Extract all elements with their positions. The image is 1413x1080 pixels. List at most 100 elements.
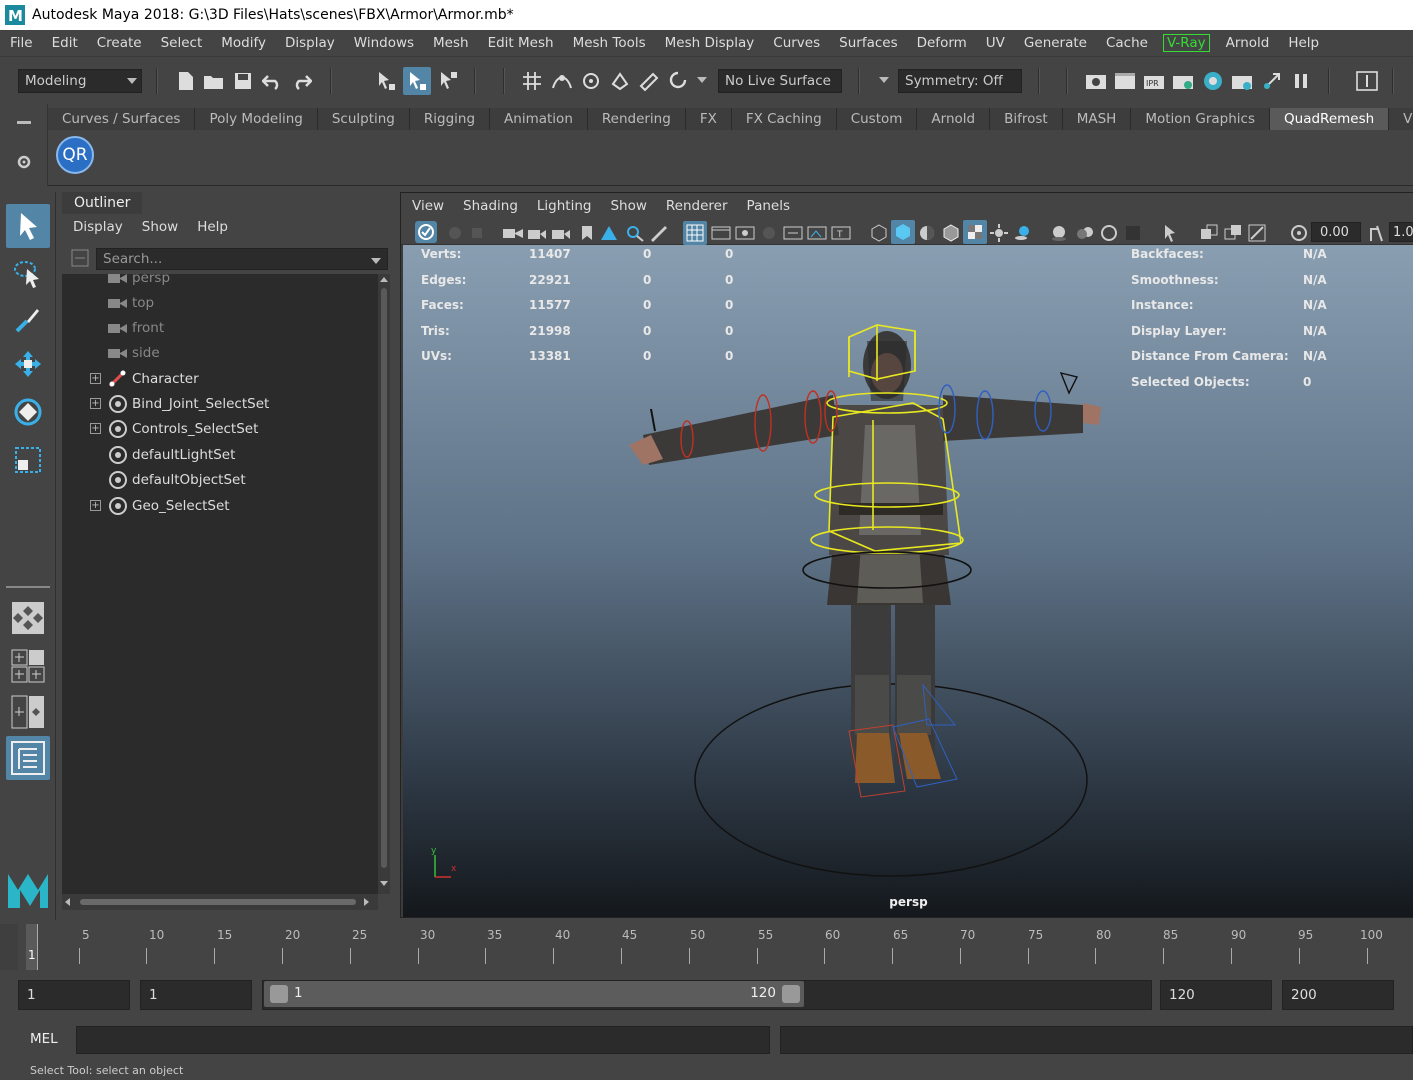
outliner-vertical-scrollbar[interactable] bbox=[378, 274, 390, 894]
shelf-tab-fx-caching[interactable]: FX Caching bbox=[731, 108, 837, 130]
shadows-icon[interactable] bbox=[1011, 221, 1035, 245]
menu-mesh[interactable]: Mesh bbox=[423, 35, 478, 51]
motion-blur-icon[interactable] bbox=[1073, 221, 1097, 245]
symmetry-dropdown[interactable]: Symmetry: Off bbox=[898, 69, 1022, 93]
outliner-item-front[interactable]: front bbox=[62, 315, 378, 340]
anti-aliasing-icon[interactable] bbox=[1097, 221, 1121, 245]
snap-curve-icon[interactable] bbox=[550, 69, 574, 93]
camera-attributes-icon[interactable] bbox=[443, 221, 467, 245]
camera-attributes-icon[interactable] bbox=[549, 221, 573, 245]
bookmark-icon[interactable] bbox=[575, 221, 599, 245]
outliner-item-bind-joint-selectset[interactable]: + Bind_Joint_SelectSet bbox=[62, 391, 378, 416]
shelf-tab-custom[interactable]: Custom bbox=[836, 108, 918, 130]
save-scene-icon[interactable] bbox=[231, 69, 255, 93]
viewport-menu-show[interactable]: Show bbox=[610, 198, 646, 214]
bookmarks-icon[interactable] bbox=[465, 221, 489, 245]
select-tool-icon[interactable] bbox=[6, 204, 50, 248]
menu-cache[interactable]: Cache bbox=[1096, 35, 1157, 51]
render-view-icon[interactable] bbox=[1084, 69, 1108, 93]
wireframe-icon[interactable] bbox=[867, 221, 891, 245]
snap-view-plane-icon[interactable] bbox=[608, 69, 632, 93]
smooth-shade-icon[interactable] bbox=[891, 220, 915, 244]
gamma-icon[interactable] bbox=[1365, 221, 1389, 245]
menu-windows[interactable]: Windows bbox=[344, 35, 423, 51]
expand-icon[interactable]: + bbox=[90, 500, 101, 511]
menuset-dropdown[interactable]: Modeling bbox=[18, 69, 142, 93]
outliner-item-defaultobjectset[interactable]: defaultObjectSet bbox=[62, 467, 378, 492]
select-hierarchy-icon[interactable] bbox=[374, 69, 398, 93]
viewport-menu-view[interactable]: View bbox=[412, 198, 444, 214]
outliner-item-side[interactable]: side bbox=[62, 340, 378, 365]
outliner-item-persp[interactable]: persp bbox=[62, 265, 378, 290]
wireframe-on-shaded-icon[interactable] bbox=[939, 221, 963, 245]
scene-start-field[interactable]: 1 bbox=[18, 980, 130, 1010]
shelf-tab-animation[interactable]: Animation bbox=[490, 108, 588, 130]
range-bar[interactable]: 1 120 bbox=[264, 981, 804, 1007]
shelf-tab-fx[interactable]: FX bbox=[685, 108, 732, 130]
shelf-tab-bifrost[interactable]: Bifrost bbox=[990, 108, 1063, 130]
shelf-tab-mash[interactable]: MASH bbox=[1062, 108, 1132, 130]
snap-grid-icon[interactable] bbox=[520, 69, 544, 93]
paint-select-tool-icon[interactable] bbox=[6, 298, 50, 342]
menu-vray[interactable]: V-Ray bbox=[1162, 34, 1210, 52]
outliner-menu-help[interactable]: Help bbox=[197, 219, 228, 235]
menu-surfaces[interactable]: Surfaces bbox=[829, 35, 906, 51]
range-start-handle[interactable] bbox=[270, 985, 288, 1003]
open-scene-icon[interactable] bbox=[202, 69, 226, 93]
menu-edit[interactable]: Edit bbox=[42, 35, 87, 51]
attribute-editor-toggle-icon[interactable] bbox=[1355, 69, 1379, 93]
menu-curves[interactable]: Curves bbox=[763, 35, 829, 51]
isolate-select-icon[interactable] bbox=[1159, 221, 1183, 245]
image-plane-icon[interactable] bbox=[597, 221, 621, 245]
pause-viewport-icon[interactable] bbox=[1289, 69, 1313, 93]
render-frame-icon[interactable] bbox=[1113, 69, 1137, 93]
shelf-tab-rendering[interactable]: Rendering bbox=[587, 108, 686, 130]
gamma-field[interactable]: 1.0 bbox=[1389, 222, 1413, 242]
viewport-menu-renderer[interactable]: Renderer bbox=[666, 198, 728, 214]
ipr-render-icon[interactable]: IPR bbox=[1142, 69, 1166, 93]
chevron-down-icon[interactable] bbox=[876, 69, 892, 93]
shelf-tab-arnold[interactable]: Arnold bbox=[917, 108, 991, 130]
outliner-layout-icon[interactable] bbox=[6, 736, 50, 780]
lock-camera-icon[interactable] bbox=[525, 221, 549, 245]
select-object-icon[interactable] bbox=[403, 67, 431, 95]
menu-edit-mesh[interactable]: Edit Mesh bbox=[478, 35, 563, 51]
xray-joints-icon[interactable] bbox=[1245, 221, 1269, 245]
shelf-tab-vray[interactable]: V bbox=[1389, 108, 1413, 130]
menu-mesh-tools[interactable]: Mesh Tools bbox=[563, 35, 655, 51]
xray-active-components-icon[interactable] bbox=[1221, 221, 1245, 245]
four-pane-layout-icon[interactable] bbox=[6, 644, 50, 688]
menu-display[interactable]: Display bbox=[275, 35, 344, 51]
select-component-icon[interactable] bbox=[436, 69, 460, 93]
shelf-tab-rigging[interactable]: Rigging bbox=[409, 108, 491, 130]
expand-icon[interactable]: + bbox=[90, 398, 101, 409]
single-pane-layout-icon[interactable] bbox=[6, 596, 50, 640]
playback-end-field[interactable]: 120 bbox=[1160, 980, 1272, 1010]
viewport-menu-shading[interactable]: Shading bbox=[463, 198, 518, 214]
menu-modify[interactable]: Modify bbox=[211, 35, 275, 51]
depth-of-field-icon[interactable] bbox=[1121, 221, 1145, 245]
outliner-item-defaultlightset[interactable]: defaultLightSet bbox=[62, 442, 378, 467]
viewport-menu-panels[interactable]: Panels bbox=[747, 198, 790, 214]
menu-file[interactable]: File bbox=[0, 35, 42, 51]
light-editor-icon[interactable] bbox=[1260, 69, 1284, 93]
chevron-down-icon[interactable] bbox=[371, 258, 381, 264]
quadremesh-button[interactable]: QR bbox=[56, 136, 94, 174]
camera-icon[interactable] bbox=[501, 221, 525, 245]
render-setup-icon[interactable] bbox=[1230, 69, 1254, 93]
redo-icon[interactable] bbox=[290, 69, 314, 93]
safe-action-icon[interactable] bbox=[805, 221, 829, 245]
use-all-lights-icon[interactable] bbox=[987, 221, 1011, 245]
exposure-icon[interactable] bbox=[1287, 221, 1311, 245]
menu-generate[interactable]: Generate bbox=[1014, 35, 1096, 51]
undo-icon[interactable] bbox=[260, 69, 284, 93]
script-language-toggle[interactable]: MEL bbox=[30, 1031, 58, 1047]
snap-live-icon[interactable] bbox=[637, 69, 661, 93]
expand-icon[interactable]: + bbox=[90, 373, 101, 384]
outliner-horizontal-scrollbar[interactable] bbox=[62, 894, 378, 910]
scene-end-field[interactable]: 200 bbox=[1282, 980, 1394, 1010]
render-settings-icon[interactable] bbox=[1171, 69, 1195, 93]
viewport-menu-lighting[interactable]: Lighting bbox=[537, 198, 592, 214]
shelf-tab-motion-graphics[interactable]: Motion Graphics bbox=[1131, 108, 1271, 130]
xray-icon[interactable] bbox=[1197, 221, 1221, 245]
